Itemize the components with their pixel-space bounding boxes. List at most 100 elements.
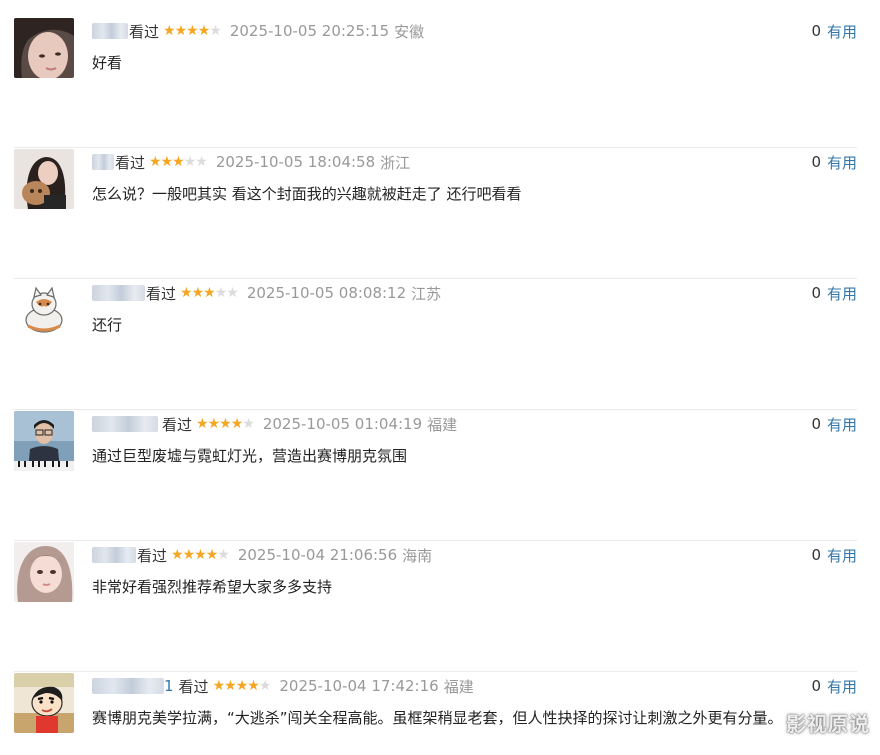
watch-status: 看过 — [137, 546, 168, 565]
useful-vote-button[interactable]: 有用 — [827, 283, 857, 304]
comment-time: 2025-10-05 18:04:58 — [215, 153, 376, 171]
rating-stars: ★★★★★ — [163, 23, 222, 39]
avatar-crayon-shinchan-icon — [14, 673, 74, 733]
comment-meta: 看过 ★★★★★ 2025-10-04 21:06:56 海南 — [92, 544, 432, 566]
star-icon: ★ — [258, 678, 272, 694]
user-avatar[interactable] — [14, 673, 74, 733]
comment-meta: 看过 ★★★★★ 2025-10-05 01:04:19 福建 — [92, 413, 457, 435]
avatar-cartoon-cat-icon — [14, 280, 74, 340]
user-avatar[interactable] — [14, 542, 74, 602]
vote-count: 0 — [811, 22, 821, 40]
comment-time: 2025-10-05 20:25:15 — [229, 22, 390, 40]
user-avatar[interactable] — [14, 18, 74, 78]
divider — [14, 540, 857, 541]
star-icon: ★ — [149, 154, 162, 170]
comment-time: 2025-10-05 08:08:12 — [246, 284, 407, 302]
comment-time: 2025-10-04 17:42:16 — [279, 677, 439, 695]
comment-text: 还行 — [92, 316, 123, 334]
rating-stars: ★★★★★ — [171, 547, 230, 563]
comment-item: 1 看过 ★★★★★ 2025-10-04 17:42:16 福建 0 有用 赛… — [14, 673, 857, 755]
vote-count: 0 — [811, 546, 821, 564]
vote-count: 0 — [811, 153, 821, 171]
comment-text: 赛博朋克美学拉满，“大逃杀”闯关全程高能。虽框架稍显老套，但人性抉择的探讨让刺激… — [92, 709, 783, 727]
star-icon: ★ — [183, 154, 197, 170]
rating-stars: ★★★★★ — [149, 154, 208, 170]
star-icon: ★ — [186, 23, 199, 39]
user-avatar[interactable] — [14, 411, 74, 471]
useful-vote-button[interactable]: 有用 — [827, 545, 857, 566]
star-icon: ★ — [197, 23, 211, 39]
watch-status: 看过 — [146, 284, 177, 303]
star-icon: ★ — [242, 416, 255, 432]
star-icon: ★ — [247, 678, 260, 694]
useful-vote-button[interactable]: 有用 — [827, 152, 857, 173]
comment-item: 看过 ★★★★★ 2025-10-04 21:06:56 海南 0 有用 非常好… — [14, 542, 857, 672]
comment-text: 非常好看强烈推荐希望大家多多支持 — [92, 578, 333, 596]
star-icon: ★ — [172, 154, 185, 170]
vote-area: 0 有用 — [811, 151, 857, 173]
divider — [14, 409, 857, 410]
vote-area: 0 有用 — [811, 20, 857, 42]
comment-meta: 1 看过 ★★★★★ 2025-10-04 17:42:16 福建 — [92, 675, 474, 697]
divider — [14, 278, 857, 279]
rating-stars: ★★★★★ — [213, 678, 272, 694]
avatar-girl-with-cat-icon — [14, 149, 74, 209]
user-avatar[interactable] — [14, 149, 74, 209]
username-blurred[interactable] — [92, 285, 145, 301]
star-icon: ★ — [182, 547, 196, 563]
username-blurred[interactable] — [92, 678, 164, 694]
comment-meta: 看过 ★★★★★ 2025-10-05 20:25:15 安徽 — [92, 20, 424, 42]
star-icon: ★ — [195, 154, 208, 170]
watch-status: 看过 — [162, 415, 193, 434]
vote-area: 0 有用 — [811, 544, 857, 566]
star-icon: ★ — [230, 416, 244, 432]
user-avatar[interactable] — [14, 280, 74, 340]
divider — [14, 671, 857, 672]
username-blurred[interactable] — [92, 154, 114, 170]
useful-vote-button[interactable]: 有用 — [827, 21, 857, 42]
watermark-text: 影视原说 — [786, 712, 870, 736]
avatar-girl-portrait-icon — [14, 18, 74, 78]
star-icon: ★ — [203, 285, 216, 301]
username-blurred[interactable] — [92, 416, 158, 432]
star-icon: ★ — [209, 23, 222, 39]
star-icon: ★ — [205, 547, 219, 563]
comment-region: 浙江 — [380, 153, 411, 172]
useful-vote-button[interactable]: 有用 — [827, 414, 857, 435]
vote-area: 0 有用 — [811, 413, 857, 435]
vote-area: 0 有用 — [811, 675, 857, 697]
vote-count: 0 — [811, 677, 821, 695]
star-icon: ★ — [160, 154, 174, 170]
username-blurred[interactable] — [92, 23, 128, 39]
star-icon: ★ — [163, 23, 176, 39]
avatar-boy-piano-icon — [14, 411, 74, 471]
star-icon: ★ — [235, 678, 249, 694]
star-icon: ★ — [180, 285, 193, 301]
divider — [14, 147, 857, 148]
star-icon: ★ — [214, 285, 228, 301]
comment-region: 福建 — [443, 677, 474, 696]
comment-region: 江苏 — [411, 284, 442, 303]
comment-meta: 看过 ★★★★★ 2025-10-05 18:04:58 浙江 — [92, 151, 410, 173]
useful-vote-button[interactable]: 有用 — [827, 676, 857, 697]
comment-text: 怎么说？一般吧其实 看这个封面我的兴趣就被赶走了 还行吧看看 — [92, 185, 522, 203]
comment-time: 2025-10-04 21:06:56 — [237, 546, 398, 564]
watch-status: 看过 — [115, 153, 146, 172]
star-icon: ★ — [194, 547, 207, 563]
star-icon: ★ — [171, 547, 184, 563]
vote-count: 0 — [811, 284, 821, 302]
comment-list: 看过 ★★★★★ 2025-10-05 20:25:15 安徽 0 有用 好看 — [0, 0, 880, 755]
vote-count: 0 — [811, 415, 821, 433]
comment-region: 海南 — [402, 546, 433, 565]
username-suffix[interactable]: 1 — [164, 677, 174, 695]
star-icon: ★ — [224, 678, 237, 694]
comment-region: 安徽 — [394, 22, 425, 41]
username-blurred[interactable] — [92, 547, 136, 563]
comment-text: 通过巨型废墟与霓虹灯光，营造出赛博朋克氛围 — [92, 447, 408, 465]
comment-item: 看过 ★★★★★ 2025-10-05 20:25:15 安徽 0 有用 好看 — [14, 18, 857, 148]
comment-item: 看过 ★★★★★ 2025-10-05 08:08:12 江苏 0 有用 还行 — [14, 280, 857, 410]
comment-meta: 看过 ★★★★★ 2025-10-05 08:08:12 江苏 — [92, 282, 441, 304]
star-icon: ★ — [226, 285, 239, 301]
rating-stars: ★★★★★ — [196, 416, 255, 432]
watch-status: 看过 — [129, 22, 160, 41]
